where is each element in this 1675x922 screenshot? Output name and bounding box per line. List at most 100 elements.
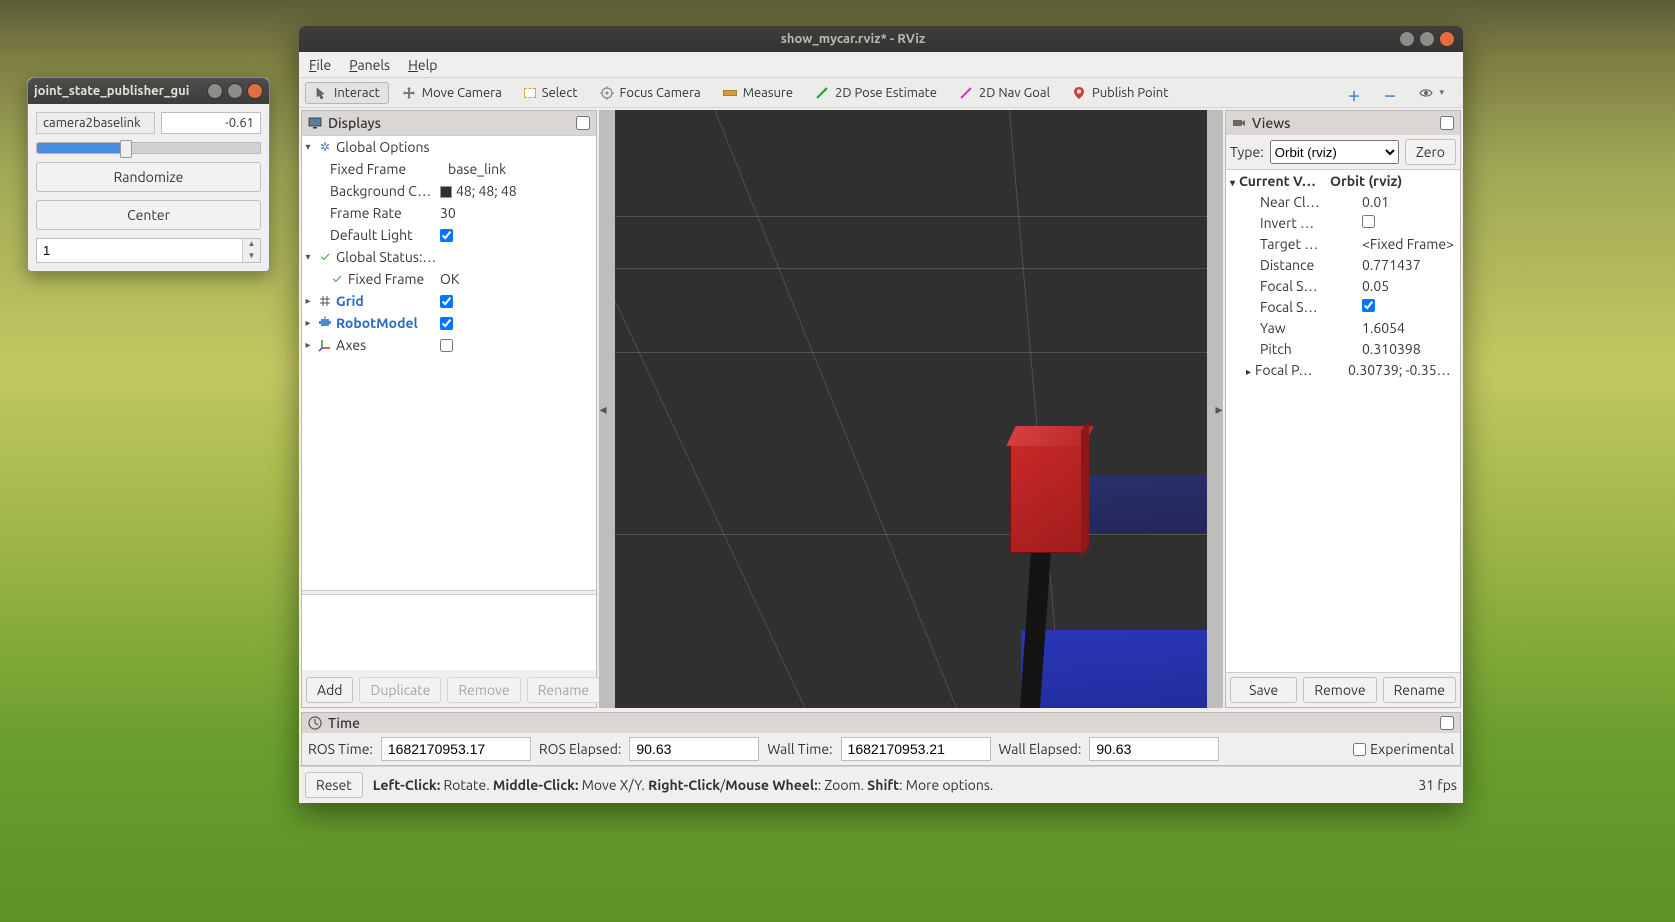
tool-interact[interactable]: Interact	[305, 82, 389, 104]
gear-icon: ✲	[318, 140, 332, 154]
robotmodel-enable-check[interactable]	[440, 317, 453, 330]
time-header-label: Time	[328, 715, 360, 731]
expand-icon[interactable]: ▸	[302, 295, 314, 307]
joint-state-publisher-window: joint_state_publisher_gui camera2baselin…	[27, 77, 270, 272]
rename-button[interactable]: Rename	[527, 677, 600, 703]
publish-point-icon	[1072, 86, 1086, 100]
minimize-icon[interactable]	[207, 83, 223, 99]
focal-s2-check[interactable]	[1362, 299, 1375, 312]
randomize-button[interactable]: Randomize	[36, 162, 261, 192]
select-icon	[524, 88, 536, 98]
menu-file[interactable]: File	[309, 57, 331, 73]
maximize-icon[interactable]	[227, 83, 243, 99]
joint-slider[interactable]	[36, 142, 261, 154]
stepper-up-icon[interactable]: ▲	[243, 239, 260, 251]
experimental-toggle[interactable]: Experimental	[1353, 741, 1454, 757]
save-view-button[interactable]: Save	[1230, 677, 1297, 703]
rviz-menubar: File Panels Help	[299, 52, 1463, 78]
expand-icon[interactable]: ▾	[302, 251, 314, 263]
expand-icon[interactable]: ▾	[302, 141, 314, 153]
axes-icon	[318, 338, 332, 352]
views-header[interactable]: Views	[1226, 111, 1460, 135]
zero-button[interactable]: Zero	[1405, 139, 1456, 165]
duplicate-button[interactable]: Duplicate	[359, 677, 441, 703]
maximize-icon[interactable]	[1419, 31, 1435, 47]
check-icon: ✓	[330, 272, 344, 286]
status-bar: Reset Left-Click: Rotate. Middle-Click: …	[299, 766, 1463, 803]
reset-button[interactable]: Reset	[305, 772, 363, 798]
pose-estimate-icon	[815, 86, 829, 100]
rename-view-button[interactable]: Rename	[1383, 677, 1456, 703]
time-panel: Time ROS Time: ROS Elapsed: Wall Time: W…	[301, 712, 1461, 766]
tool-2d-pose-estimate[interactable]: 2D Pose Estimate	[806, 82, 946, 104]
stepper-down-icon[interactable]: ▼	[243, 251, 260, 263]
ros-elapsed-input[interactable]	[629, 737, 759, 761]
wall-elapsed-input[interactable]	[1089, 737, 1219, 761]
close-icon[interactable]	[1439, 31, 1455, 47]
robot-camera-block	[1010, 445, 1082, 553]
close-icon[interactable]	[247, 83, 263, 99]
menu-help[interactable]: Help	[408, 57, 437, 73]
fps-label: 31 fps	[1418, 777, 1457, 793]
tool-visibility[interactable]: ▾	[1410, 82, 1453, 104]
ros-time-input[interactable]	[381, 737, 531, 761]
rviz-toolbar: Interact Move Camera Select Focus Camera…	[299, 78, 1463, 108]
tool-move-camera[interactable]: Move Camera	[393, 82, 511, 104]
rate-input[interactable]	[37, 239, 242, 262]
tool-select[interactable]: Select	[515, 82, 587, 104]
invert-check[interactable]	[1362, 215, 1375, 228]
robot-body-bottom	[1021, 630, 1207, 708]
joint-name-label: camera2baselink	[36, 112, 155, 134]
slider-handle-icon[interactable]	[120, 140, 132, 158]
color-swatch-icon	[440, 186, 452, 198]
focus-camera-icon	[600, 86, 614, 100]
views-type-select[interactable]: Orbit (rviz)	[1270, 140, 1399, 164]
rviz-titlebar[interactable]: show_mycar.rviz* - RViz	[299, 26, 1463, 52]
joint-value-input[interactable]: -0.61	[161, 112, 261, 134]
views-header-label: Views	[1252, 115, 1290, 131]
minimize-icon[interactable]	[1399, 31, 1415, 47]
splitter-right[interactable]: ▸	[1215, 110, 1223, 708]
displays-header[interactable]: Displays	[302, 111, 596, 135]
interact-icon	[314, 86, 328, 100]
3d-viewport[interactable]	[615, 110, 1207, 708]
check-icon: ✓	[318, 250, 332, 264]
robot-icon	[318, 316, 332, 330]
grid-enable-check[interactable]	[440, 295, 453, 308]
views-type-label: Type:	[1230, 144, 1264, 160]
center-button[interactable]: Center	[36, 200, 261, 230]
wall-time-input[interactable]	[841, 737, 991, 761]
remove-button[interactable]: Remove	[447, 677, 520, 703]
time-collapse-check[interactable]	[1440, 716, 1454, 730]
views-collapse-check[interactable]	[1440, 116, 1454, 130]
hint-text: Left-Click: Rotate. Middle-Click: Move X…	[373, 777, 994, 793]
tool-measure[interactable]: Measure	[714, 82, 802, 104]
displays-panel: Displays ▾ ✲ Global Options Fixed Frame …	[301, 110, 597, 708]
tool-publish-point[interactable]: Publish Point	[1063, 82, 1177, 104]
measure-icon	[723, 90, 737, 96]
displays-collapse-check[interactable]	[576, 116, 590, 130]
default-light-check[interactable]	[440, 229, 453, 242]
remove-view-button[interactable]: Remove	[1303, 677, 1376, 703]
grid-icon	[318, 294, 332, 308]
displays-header-label: Displays	[328, 115, 381, 131]
tool-add[interactable]: ＋	[1338, 82, 1370, 104]
displays-tree[interactable]: ▾ ✲ Global Options Fixed Frame base_link…	[302, 136, 596, 356]
rviz-window: show_mycar.rviz* - RViz File Panels Help…	[299, 26, 1463, 803]
camera-icon	[1232, 116, 1246, 130]
add-button[interactable]: Add	[306, 677, 353, 703]
expand-icon[interactable]: ▸	[302, 339, 314, 351]
splitter-left[interactable]: ◂	[599, 110, 607, 708]
rate-stepper[interactable]: ▲ ▼	[36, 238, 261, 263]
views-panel: Views Type: Orbit (rviz) Zero ▾Current V…	[1225, 110, 1461, 708]
tool-remove[interactable]: －	[1374, 82, 1406, 104]
jsp-title: joint_state_publisher_gui	[34, 84, 207, 98]
expand-icon[interactable]: ▸	[302, 317, 314, 329]
jsp-titlebar[interactable]: joint_state_publisher_gui	[28, 78, 269, 104]
tool-focus-camera[interactable]: Focus Camera	[591, 82, 710, 104]
views-tree[interactable]: ▾Current V… Orbit (rviz) Near Cl…0.01 In…	[1226, 169, 1460, 673]
menu-panels[interactable]: Panels	[349, 57, 390, 73]
axes-enable-check[interactable]	[440, 339, 453, 352]
minus-icon: －	[1383, 86, 1397, 100]
tool-2d-nav-goal[interactable]: 2D Nav Goal	[950, 82, 1059, 104]
